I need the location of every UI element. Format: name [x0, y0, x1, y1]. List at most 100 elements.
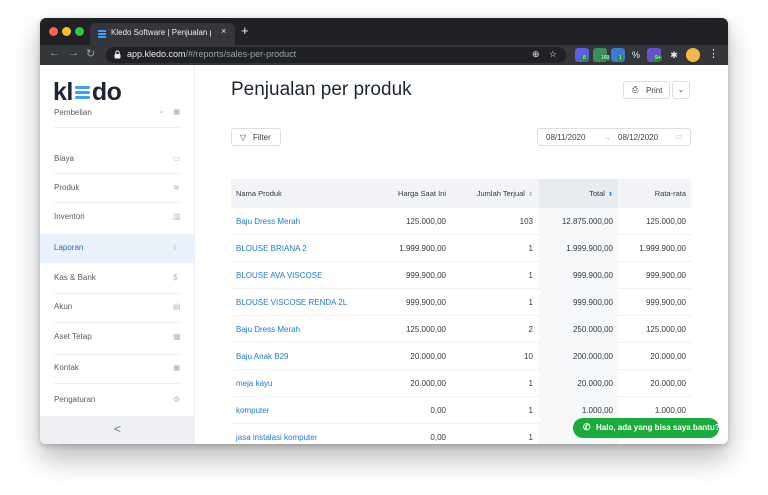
- product-name-link[interactable]: meja kayu: [236, 379, 272, 388]
- sidebar-item-pengaturan[interactable]: Pengaturan ⚙: [40, 386, 195, 415]
- start-date[interactable]: 08/11/2020: [546, 133, 585, 142]
- sort-icon[interactable]: ⬍: [528, 192, 533, 198]
- calendar-icon: ▭: [675, 132, 683, 141]
- quantity-sold-cell: 1: [528, 298, 533, 307]
- sidebar-item-akun[interactable]: Akun ▤: [40, 293, 195, 322]
- print-button[interactable]: ⎙ Print: [623, 81, 670, 99]
- bookmark-star-icon[interactable]: ☆: [549, 49, 557, 60]
- column-header-jumlah-terjual[interactable]: Jumlah Terjual ⬍: [477, 189, 533, 198]
- print-options-dropdown[interactable]: ⌄: [672, 81, 690, 99]
- average-cell: 999.900,00: [645, 271, 686, 280]
- ledger-icon: ▤: [173, 302, 181, 311]
- extension-icon-2[interactable]: 160: [593, 48, 611, 62]
- quantity-sold-cell: 1: [528, 271, 533, 280]
- boxes-icon: ≋: [173, 183, 180, 192]
- extension-install-icon[interactable]: ⊕: [532, 49, 540, 60]
- puzzle-extensions-icon[interactable]: ✱: [667, 48, 681, 62]
- date-range-picker[interactable]: 08/11/2020 → 08/12/2020 ▭: [537, 128, 691, 146]
- table-row[interactable]: Baju Anak B29 20.000,00 10 200.000,00 20.000…: [231, 343, 691, 370]
- column-header-rata-rata[interactable]: Rata-rata: [655, 189, 686, 198]
- column-header-nama-produk[interactable]: Nama Produk: [236, 189, 282, 198]
- product-name-link[interactable]: BLOUSE BRIANA 2: [236, 244, 307, 253]
- sidebar-collapse-button[interactable]: <: [40, 416, 195, 444]
- average-cell: 999.900,00: [645, 298, 686, 307]
- reload-icon[interactable]: ↻: [86, 47, 95, 60]
- end-date[interactable]: 08/12/2020: [618, 133, 658, 142]
- column-header-harga-saat-ini[interactable]: Harga Saat Ini: [398, 189, 446, 198]
- quantity-sold-cell: 10: [524, 352, 533, 361]
- average-cell: 20.000,00: [650, 352, 686, 361]
- product-name-link[interactable]: Baju Anak B29: [236, 352, 288, 361]
- extension-icon-3[interactable]: 1: [611, 48, 625, 62]
- sidebar-item-pembelian[interactable]: Pembelian ⌄ ▣: [40, 102, 195, 124]
- sidebar-item-aset-tetap[interactable]: Aset Tetap ▦: [40, 323, 195, 352]
- column-header-total[interactable]: Total ⬍: [589, 189, 613, 198]
- credit-card-icon: ▭: [173, 154, 181, 163]
- kledo-logo-mark-icon: [74, 86, 90, 99]
- chevron-down-icon: ⌄: [677, 85, 685, 94]
- link-extension-icon[interactable]: %: [629, 48, 643, 62]
- product-name-link[interactable]: BLOUSE AVA VISCOSE: [236, 271, 322, 280]
- close-window-icon[interactable]: [49, 27, 58, 36]
- product-name-link[interactable]: Baju Dress Merah: [236, 325, 300, 334]
- product-name-link[interactable]: komputer: [236, 406, 269, 415]
- browser-tab[interactable]: Kledo Software | Penjualan per ×: [90, 23, 235, 45]
- table-row[interactable]: BLOUSE VISCOSE RENDA 2L 999.900,00 1 999.90…: [231, 289, 691, 316]
- building-icon: ▦: [173, 332, 181, 341]
- product-name-link[interactable]: BLOUSE VISCOSE RENDA 2L: [236, 298, 347, 307]
- product-name-link[interactable]: Baju Dress Merah: [236, 217, 300, 226]
- quantity-sold-cell: 1: [528, 406, 533, 415]
- page-title: Penjualan per produk: [231, 79, 412, 100]
- sidebar-item-label: Kontak: [54, 363, 79, 372]
- quantity-sold-cell: 103: [519, 217, 533, 226]
- browser-window: Kledo Software | Penjualan per × + ← → ↻…: [40, 18, 728, 444]
- sidebar-item-label: Kas & Bank: [54, 273, 96, 282]
- total-cell: 1.000,00: [581, 406, 613, 415]
- sidebar-item-produk[interactable]: Produk ≋: [40, 174, 195, 203]
- tab-title: Kledo Software | Penjualan per: [111, 28, 211, 37]
- current-price-cell: 20.000,00: [410, 352, 446, 361]
- extension-icon-5[interactable]: 9+: [647, 48, 662, 62]
- sidebar-divider: [54, 383, 181, 384]
- main-content: Penjualan per produk ⎙ Print ⌄ ▽ Filter …: [196, 65, 728, 444]
- sort-active-icon[interactable]: ⬍: [608, 192, 613, 198]
- average-cell: 1.999.900,00: [639, 244, 686, 253]
- extension-icon-1[interactable]: 8: [575, 48, 589, 62]
- current-price-cell: 0,00: [430, 406, 446, 415]
- address-bar[interactable]: app.kledo.com/#/reports/sales-per-produc…: [106, 47, 566, 63]
- sidebar-item-biaya[interactable]: Biaya ▭: [40, 145, 195, 174]
- average-cell: 125.000,00: [645, 325, 686, 334]
- total-cell: 12.875.000,00: [561, 217, 613, 226]
- table-row[interactable]: meja kayu 20.000,00 1 20.000,00 20.000,00: [231, 370, 691, 397]
- table-row[interactable]: Baju Dress Merah 125.000,00 103 12.875.000,…: [231, 208, 691, 235]
- sidebar-item-laporan[interactable]: Laporan ⌇: [40, 234, 195, 263]
- new-tab-icon[interactable]: +: [241, 23, 249, 38]
- table-header: Nama Produk Harga Saat Ini Jumlah Terjua…: [231, 179, 691, 208]
- average-cell: 125.000,00: [645, 217, 686, 226]
- chat-widget-button[interactable]: ✆ Halo, ada yang bisa saya bantu?: [573, 418, 720, 438]
- sidebar-item-label: Inventori: [54, 212, 85, 221]
- sidebar-item-label: Produk: [54, 183, 80, 192]
- average-cell: 20.000,00: [650, 379, 686, 388]
- whatsapp-icon: ✆: [583, 422, 591, 432]
- forward-icon[interactable]: →: [68, 47, 79, 59]
- filter-button[interactable]: ▽ Filter: [231, 128, 281, 146]
- sidebar-item-kas-bank[interactable]: Kas & Bank $: [40, 264, 195, 293]
- maximize-window-icon[interactable]: [75, 27, 84, 36]
- sidebar-item-inventori[interactable]: Inventori ▥: [40, 203, 195, 232]
- sidebar-item-kontak[interactable]: Kontak ▣: [40, 354, 195, 383]
- back-icon[interactable]: ←: [49, 47, 60, 59]
- profile-avatar[interactable]: [686, 48, 700, 62]
- browser-menu-icon[interactable]: ⋮: [708, 47, 719, 60]
- product-name-link[interactable]: jasa instalasi komputer: [236, 433, 317, 442]
- tab-close-icon[interactable]: ×: [221, 26, 226, 36]
- table-row[interactable]: Baju Dress Merah 125.000,00 2 250.000,00 125…: [231, 316, 691, 343]
- total-cell: 200.000,00: [572, 352, 613, 361]
- sidebar-item-label: Pengaturan: [54, 395, 96, 404]
- table-row[interactable]: BLOUSE AVA VISCOSE 999.900,00 1 999.900,00 9…: [231, 262, 691, 289]
- table-row[interactable]: BLOUSE BRIANA 2 1.999.900,00 1 1.999.900,00…: [231, 235, 691, 262]
- warehouse-icon: ▥: [173, 212, 181, 221]
- settings-gear-icon: ⚙: [173, 395, 181, 404]
- arrow-right-icon: →: [603, 133, 611, 142]
- minimize-window-icon[interactable]: [62, 27, 71, 36]
